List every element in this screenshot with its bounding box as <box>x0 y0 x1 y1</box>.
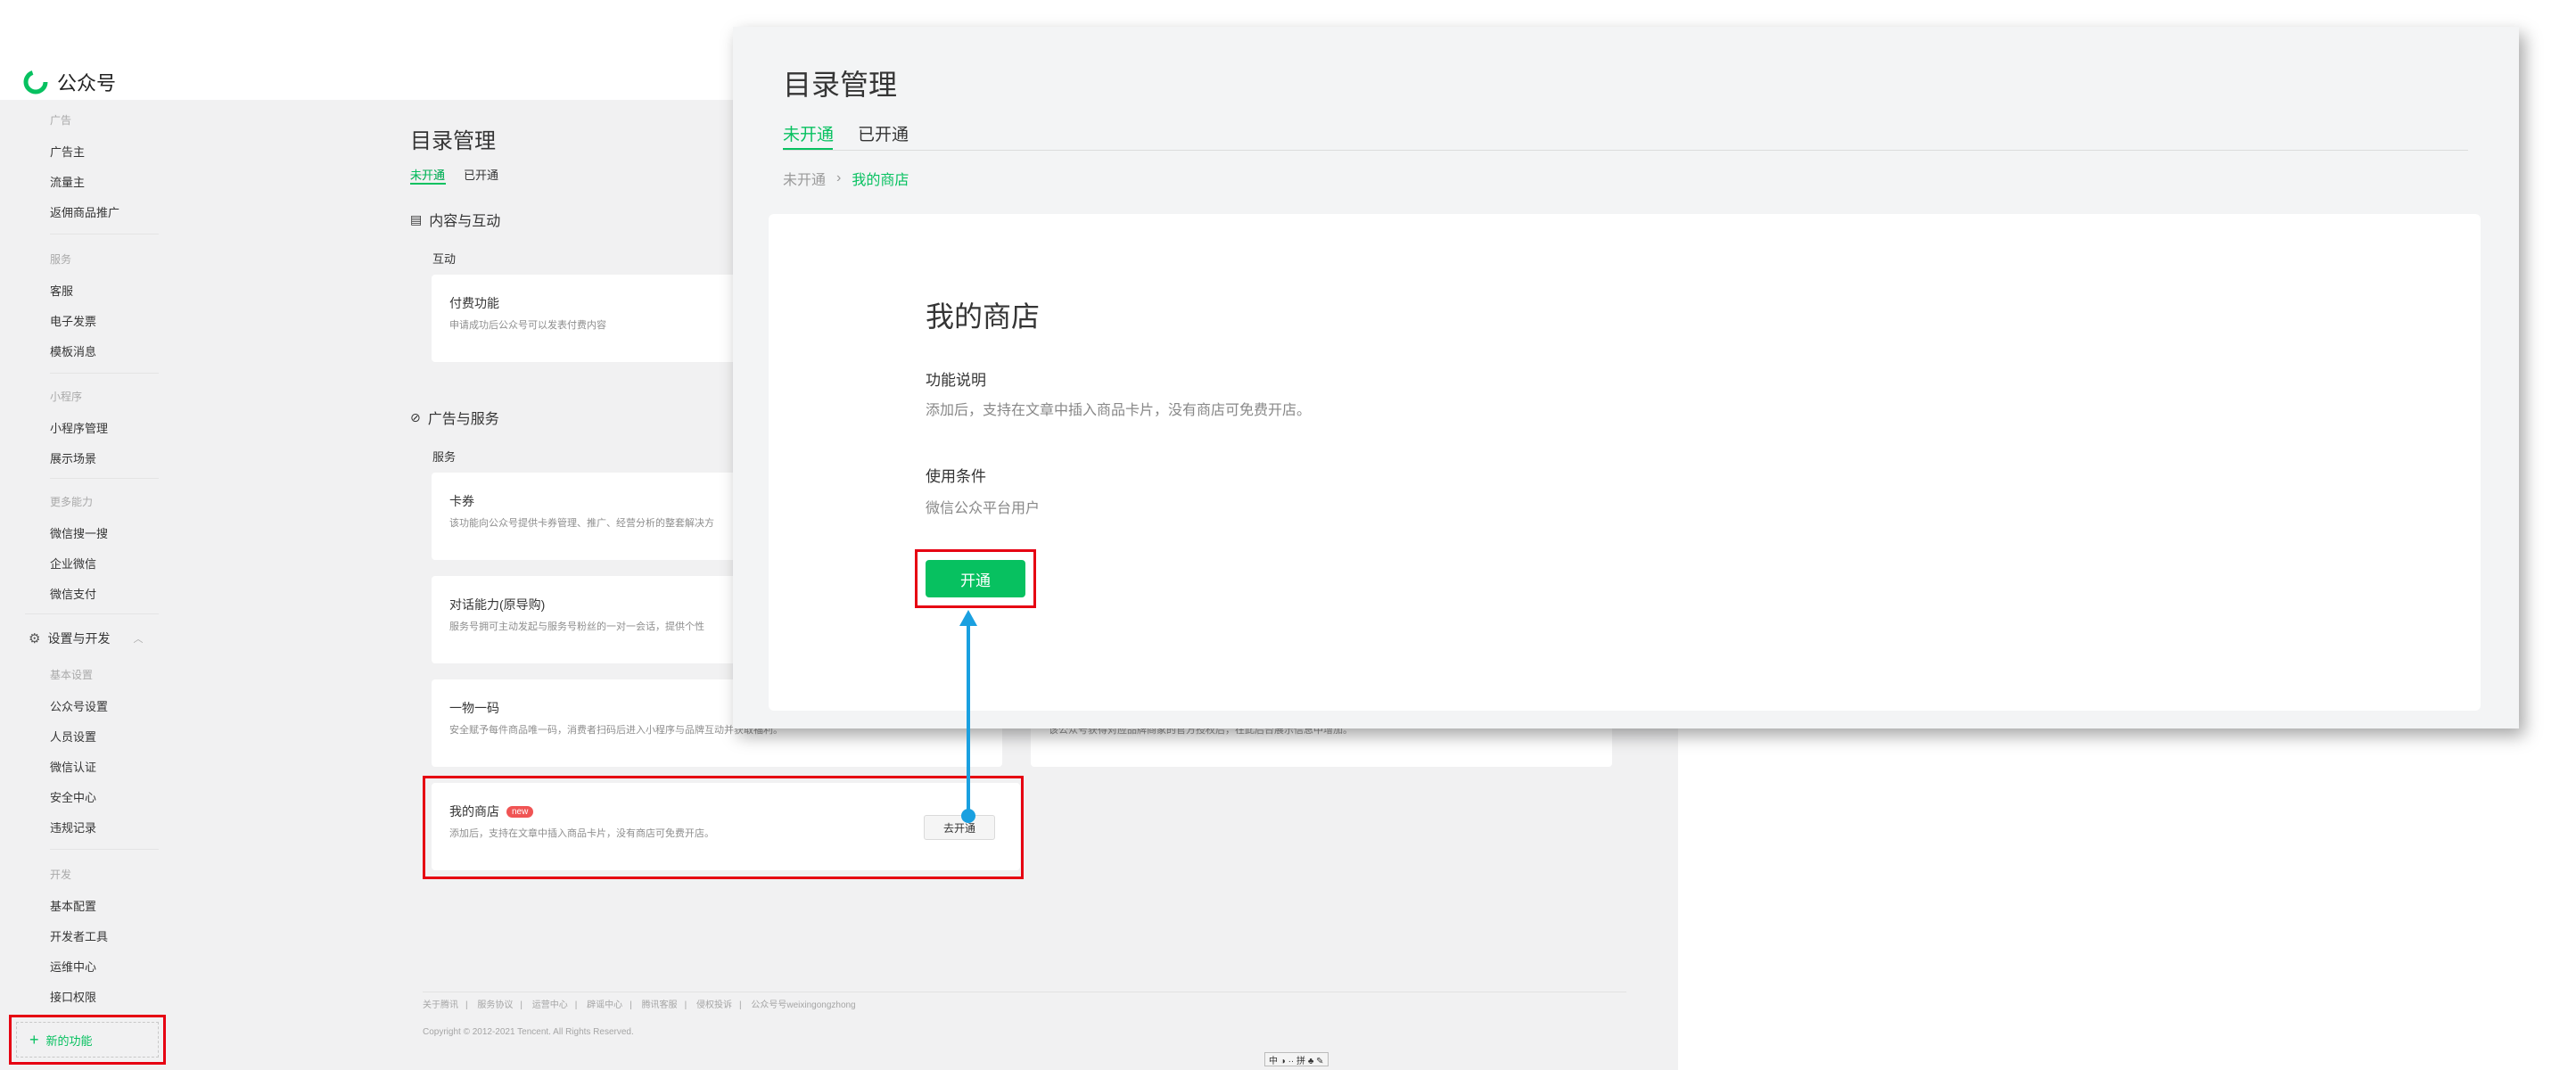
card-title: 卡券 <box>449 494 474 508</box>
sidebar-group-head: 更多能力 <box>50 496 94 508</box>
page-title: 目录管理 <box>410 129 496 153</box>
divider <box>50 234 159 235</box>
sidebar-item[interactable]: 安全中心 <box>50 788 96 805</box>
footer-link[interactable]: 辟谣中心 <box>587 1000 622 1010</box>
feature-card-dialog[interactable]: 对话能力(原导购) 服务号拥可主动发起与服务号粉丝的一对一会话，提供个性 <box>432 576 753 663</box>
sidebar-item[interactable]: 企业微信 <box>50 555 96 572</box>
document-icon: ▤ <box>410 211 423 226</box>
gear-icon: ⚙ <box>29 631 41 646</box>
sidebar-item[interactable]: 违规记录 <box>50 819 96 835</box>
section-title: 内容与互动 <box>429 214 501 229</box>
sidebar-item[interactable]: 模板消息 <box>50 342 96 359</box>
zoomed-panel: 目录管理 未开通 已开通 未开通 › 我的商店 我的商店 功能说明 添加后，支持… <box>733 27 2519 728</box>
card-title: 付费功能 <box>449 296 499 310</box>
divider <box>25 613 159 614</box>
sidebar-item[interactable]: 广告主 <box>50 143 85 160</box>
shop-detail-card: 我的商店 功能说明 添加后，支持在文章中插入商品卡片，没有商店可免费开店。 使用… <box>769 214 2481 711</box>
section-content-interaction: ▤ 内容与互动 <box>410 209 500 230</box>
sidebar-item[interactable]: 展示场景 <box>50 449 96 466</box>
sidebar-group-head: 广告 <box>50 114 72 127</box>
footer-link[interactable]: 腾讯客服 <box>642 1000 678 1010</box>
arrow-head <box>959 610 977 626</box>
card-desc: 该功能向公众号提供卡券管理、推广、经营分析的整套解决方 <box>449 518 714 529</box>
modal-tab-not-opened[interactable]: 未开通 <box>783 121 834 145</box>
sidebar-group-head: 基本设置 <box>50 669 94 681</box>
compass-icon: ⊘ <box>410 409 421 424</box>
sidebar-group-head: 服务 <box>50 253 72 266</box>
sidebar-group-head: 小程序 <box>50 391 83 403</box>
copyright: Copyright © 2012-2021 Tencent. All Right… <box>423 1027 634 1037</box>
modal-tab-divider <box>783 150 2468 151</box>
footer-link[interactable]: 公众号号weixingongzhong <box>751 1000 855 1010</box>
sidebar-section-settings[interactable]: ⚙ 设置与开发 ︿ <box>29 630 143 647</box>
modal-tab-opened[interactable]: 已开通 <box>858 121 909 145</box>
sidebar-item[interactable]: 微信搜一搜 <box>50 524 108 541</box>
annotation-highlight-box <box>423 776 1024 879</box>
section-title: 广告与服务 <box>427 412 499 427</box>
breadcrumb-current: 我的商店 <box>852 173 909 188</box>
annotation-highlight-box <box>9 1015 166 1065</box>
sidebar-group-head: 开发 <box>50 868 72 881</box>
footer-link[interactable]: 服务协议 <box>477 1000 513 1010</box>
card-title: 对话能力(原导购) <box>449 597 546 612</box>
sidebar-item[interactable]: 微信认证 <box>50 758 96 775</box>
sidebar-item[interactable]: 开发者工具 <box>50 927 108 944</box>
tab-opened[interactable]: 已开通 <box>464 166 498 183</box>
function-label: 功能说明 <box>926 372 986 389</box>
breadcrumb: 未开通 › 我的商店 <box>783 168 909 189</box>
sidebar-item[interactable]: 微信支付 <box>50 585 96 602</box>
sidebar-item[interactable]: 公众号设置 <box>50 697 108 714</box>
condition-label: 使用条件 <box>926 468 986 485</box>
card-desc: 服务号拥可主动发起与服务号粉丝的一对一会话，提供个性 <box>449 621 704 632</box>
sidebar-item[interactable]: 小程序管理 <box>50 419 108 436</box>
sidebar-item[interactable]: 人员设置 <box>50 728 96 745</box>
function-desc: 添加后，支持在文章中插入商品卡片，没有商店可免费开店。 <box>926 403 1312 418</box>
sidebar-item[interactable]: 客服 <box>50 282 73 299</box>
sidebar-item[interactable]: 电子发票 <box>50 312 96 329</box>
wechat-mp-logo-icon <box>23 70 48 95</box>
tab-not-opened-label[interactable]: 未开通 <box>410 166 445 183</box>
footer-link[interactable]: 关于腾讯 <box>423 1000 458 1010</box>
footer-links: 关于腾讯 | 服务协议 | 运营中心 | 辟谣中心 | 腾讯客服 | 侵权投诉 | 公众号号… <box>423 1000 856 1010</box>
shop-heading: 我的商店 <box>926 300 1041 333</box>
section-ads-services: ⊘ 广告与服务 <box>410 407 499 428</box>
modal-title: 目录管理 <box>783 69 898 101</box>
footer-link[interactable]: 运营中心 <box>532 1000 568 1010</box>
annotation-arrow <box>959 610 977 823</box>
feature-card-coupon[interactable]: 卡券 该功能向公众号提供卡券管理、推广、经营分析的整套解决方 <box>432 473 753 560</box>
sidebar-item[interactable]: 返佣商品推广 <box>50 203 119 220</box>
sidebar-item[interactable]: 接口权限 <box>50 988 96 1005</box>
section-title: 设置与开发 <box>47 631 111 646</box>
card-desc: 申请成功后公众号可以发表付费内容 <box>449 320 606 331</box>
divider <box>50 373 159 374</box>
card-title: 一物一码 <box>449 701 499 715</box>
sidebar-item[interactable]: 流量主 <box>50 173 85 190</box>
sidebar-item[interactable]: 基本配置 <box>50 897 96 914</box>
section-subtitle: 互动 <box>432 252 457 266</box>
divider <box>50 478 159 479</box>
active-tab-underline <box>410 183 446 185</box>
chevron-right-icon: › <box>836 170 842 185</box>
ime-toolbar[interactable]: 中 ◑ ·· 拼 ♣ ✎ <box>1264 1052 1329 1066</box>
footer-link[interactable]: 侵权投诉 <box>696 1000 732 1010</box>
annotation-highlight-box <box>915 549 1036 608</box>
arrow-origin-dot <box>961 809 975 823</box>
feature-card-paid[interactable]: 付费功能 申请成功后公众号可以发表付费内容 <box>432 275 753 362</box>
chevron-up-icon: ︿ <box>133 634 144 645</box>
divider <box>50 849 159 850</box>
condition-desc: 微信公众平台用户 <box>926 501 1041 516</box>
app-logo[interactable]: 公众号 <box>23 68 116 96</box>
breadcrumb-item[interactable]: 未开通 <box>783 168 826 189</box>
sidebar: 广告 广告主 流量主 返佣商品推广 服务 客服 电子发票 模板消息 小程序 小程… <box>0 100 160 1070</box>
section-subtitle: 服务 <box>432 450 457 464</box>
sidebar-item[interactable]: 运维中心 <box>50 958 96 975</box>
app-title: 公众号 <box>57 72 117 95</box>
